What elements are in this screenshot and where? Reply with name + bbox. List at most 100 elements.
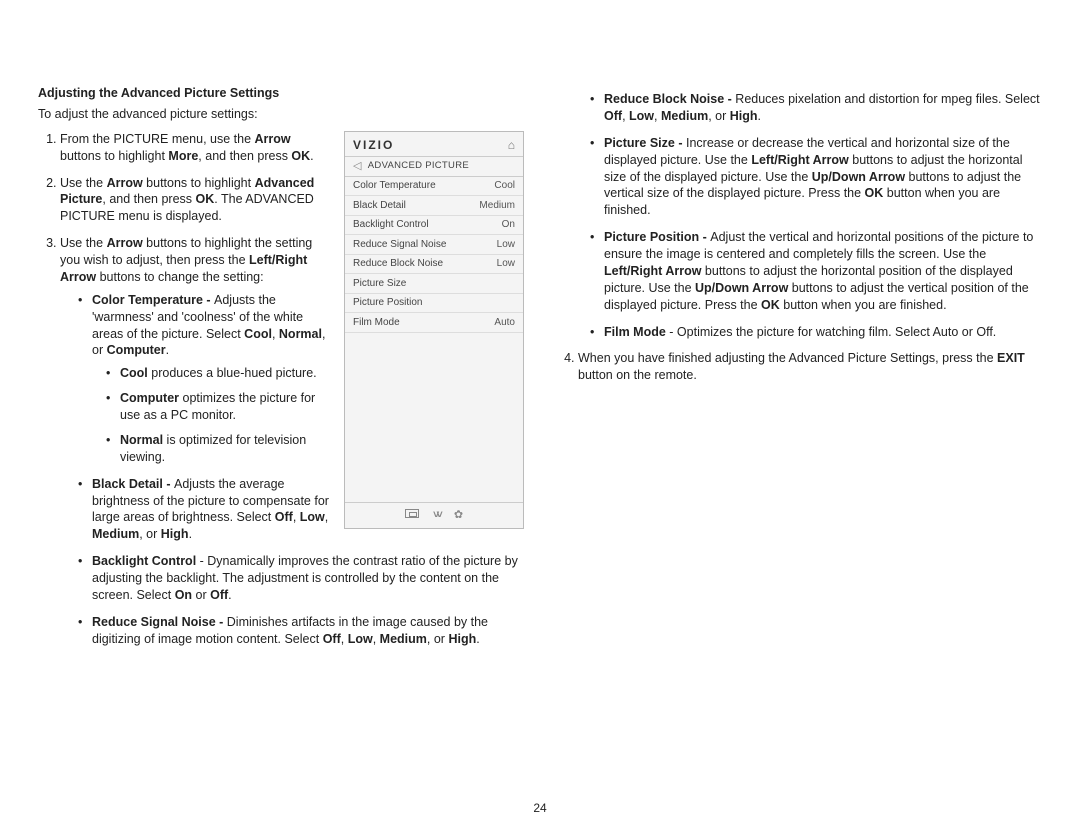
b: High (161, 527, 189, 541)
t: button when you are finished. (780, 298, 947, 312)
b: Cool (120, 366, 148, 380)
bullet-picture-position: Picture Position - Adjust the vertical a… (590, 229, 1042, 313)
sub-normal: Normal is optimized for television viewi… (106, 432, 524, 466)
b: Arrow (107, 236, 143, 250)
t: Reduces pixelation and distortion for mp… (735, 92, 1039, 106)
t: . (228, 588, 231, 602)
b: Picture Position - (604, 230, 710, 244)
menu-row-label: Reduce Block Noise (353, 257, 443, 271)
b: Black Detail - (92, 477, 174, 491)
step-4: When you have finished adjusting the Adv… (578, 350, 1042, 384)
t: . (310, 149, 313, 163)
t: , (272, 327, 279, 341)
menu-header: VIZIO ⌂ (345, 132, 523, 157)
t: , (341, 632, 348, 646)
b: Picture Size - (604, 136, 686, 150)
b: Off (275, 510, 293, 524)
t: , or (427, 632, 449, 646)
menu-row-value: Cool (494, 179, 515, 193)
b: Computer (107, 343, 166, 357)
menu-row-value: Medium (479, 199, 515, 213)
menu-row-value: Low (497, 257, 515, 271)
bullet-black-detail: Black Detail - Adjusts the average brigh… (78, 476, 524, 544)
t: button on the remote. (578, 368, 697, 382)
t: , (654, 109, 661, 123)
b: Low (348, 632, 373, 646)
b: Arrow (255, 132, 291, 146)
menu-row-label: Backlight Control (353, 218, 429, 232)
b: Computer (120, 391, 179, 405)
b: Low (300, 510, 325, 524)
menu-title: ADVANCED PICTURE (368, 160, 469, 173)
b: On (175, 588, 192, 602)
b: Cool (244, 327, 272, 341)
settings-bullets-right: Reduce Block Noise - Reduces pixelation … (556, 91, 1042, 340)
step-3: Use the Arrow buttons to highlight the s… (60, 235, 524, 647)
t: or (192, 588, 210, 602)
back-icon: ◁ (353, 159, 362, 174)
t: , and then press (198, 149, 291, 163)
b: Medium (661, 109, 708, 123)
page-columns: Adjusting the Advanced Picture Settings … (38, 85, 1042, 658)
menu-row-label: Picture Size (353, 277, 406, 291)
page-number: 24 (533, 800, 546, 816)
color-temp-subs: Cool produces a blue-hued picture. Compu… (92, 365, 524, 465)
t: , or (708, 109, 730, 123)
sub-cool: Cool produces a blue-hued picture. (106, 365, 524, 382)
b: Normal (120, 433, 163, 447)
t: Use the (60, 236, 107, 250)
t: , or (139, 527, 161, 541)
t: Use the (60, 176, 107, 190)
b: Left/Right Arrow (604, 264, 701, 278)
b: EXIT (997, 351, 1025, 365)
b: Up/Down Arrow (812, 170, 905, 184)
bullet-reduce-block: Reduce Block Noise - Reduces pixelation … (590, 91, 1042, 125)
steps-list-right: When you have finished adjusting the Adv… (556, 350, 1042, 384)
bullet-picture-size: Picture Size - Increase or decrease the … (590, 135, 1042, 219)
t: , (622, 109, 629, 123)
menu-title-row: ◁ ADVANCED PICTURE (345, 157, 523, 177)
menu-row-label: Reduce Signal Noise (353, 238, 446, 252)
t: . (189, 527, 192, 541)
menu-row: Reduce Block Noise Low (345, 255, 523, 275)
t: - Optimizes the picture for watching fil… (666, 325, 996, 339)
b: OK (865, 186, 884, 200)
t: , (325, 510, 328, 524)
bullet-film-mode: Film Mode - Optimizes the picture for wa… (590, 324, 1042, 341)
t: When you have finished adjusting the Adv… (578, 351, 997, 365)
b: Off (323, 632, 341, 646)
b: Up/Down Arrow (695, 281, 788, 295)
home-icon: ⌂ (508, 137, 515, 153)
b: Reduce Signal Noise - (92, 615, 227, 629)
t: buttons to highlight (143, 176, 255, 190)
menu-row: Black DetailMedium (345, 196, 523, 216)
b: Off (210, 588, 228, 602)
menu-row-value: Low (497, 238, 515, 252)
menu-brand: VIZIO (353, 137, 394, 153)
sub-computer: Computer optimizes the picture for use a… (106, 390, 524, 424)
menu-row: Backlight Control On (345, 216, 523, 236)
t: From the PICTURE menu, use the (60, 132, 255, 146)
t: buttons to change the setting: (96, 270, 263, 284)
t: produces a blue-hued picture. (148, 366, 317, 380)
b: Medium (380, 632, 427, 646)
b: More (168, 149, 198, 163)
menu-row-value: On (502, 218, 515, 232)
t: , and then press (102, 192, 195, 206)
bullet-color-temp: Color Temperature - Adjusts the 'warmnes… (78, 292, 524, 466)
b: Left/Right Arrow (751, 153, 848, 167)
menu-row: Color TemperatureCool (345, 177, 523, 197)
b: Reduce Block Noise - (604, 92, 735, 106)
t: . (758, 109, 761, 123)
b: OK (761, 298, 780, 312)
intro-text: To adjust the advanced picture settings: (38, 106, 524, 123)
right-column: Reduce Block Noise - Reduces pixelation … (556, 85, 1042, 658)
b: OK (291, 149, 310, 163)
b: Film Mode (604, 325, 666, 339)
left-column: Adjusting the Advanced Picture Settings … (38, 85, 524, 658)
bullet-backlight: Backlight Control - Dynamically improves… (78, 553, 524, 604)
b: OK (196, 192, 215, 206)
b: Arrow (107, 176, 143, 190)
b: Backlight Control (92, 554, 196, 568)
menu-row: Reduce Signal Noise Low (345, 235, 523, 255)
